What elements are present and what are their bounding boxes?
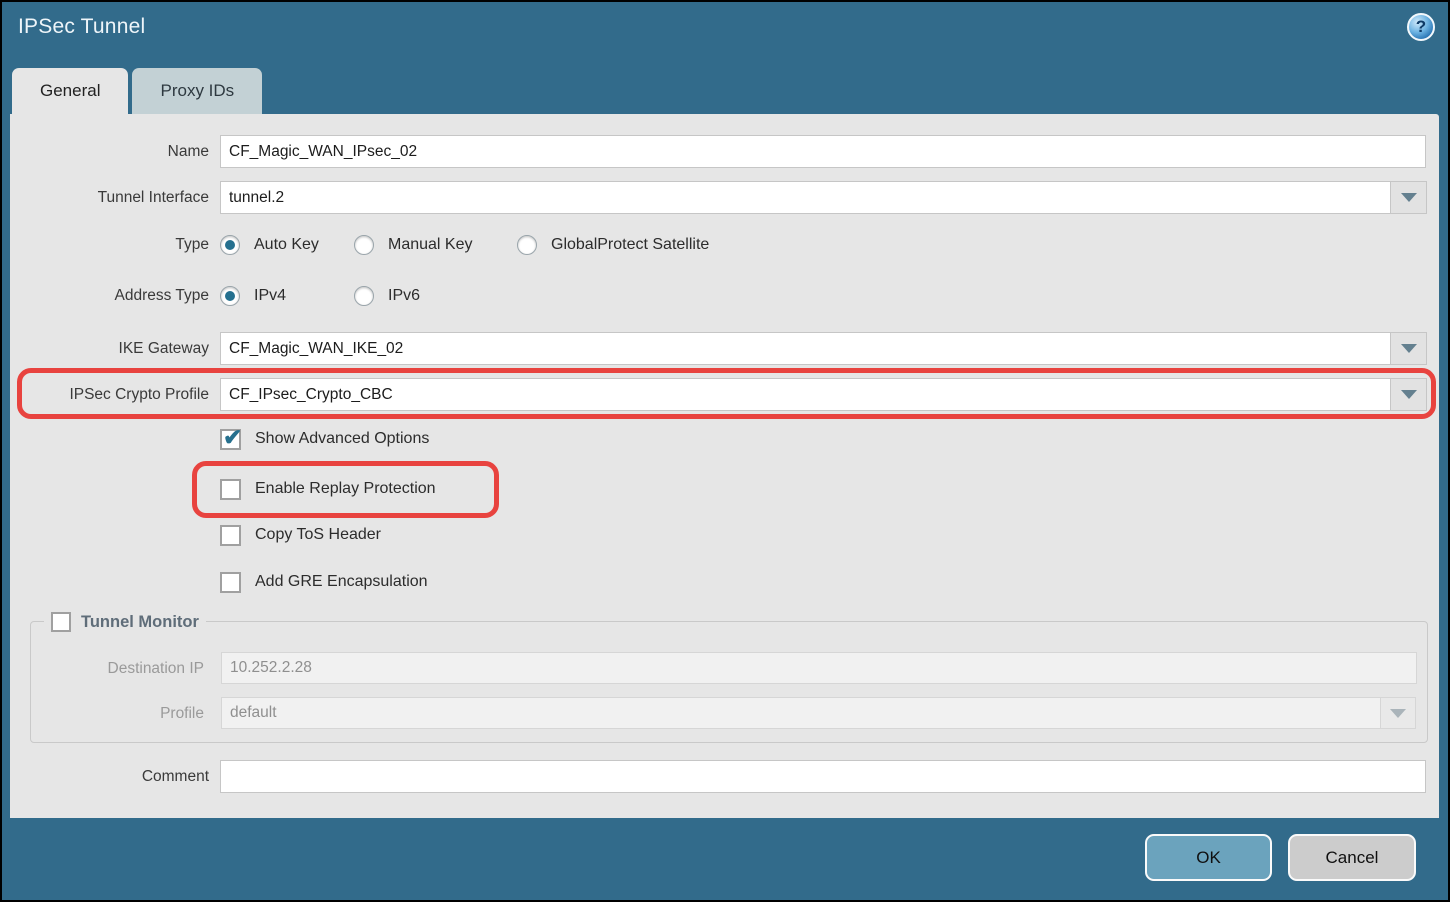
ipsec-tunnel-dialog: IPSec Tunnel ? General Proxy IDs Name Tu… bbox=[2, 2, 1448, 900]
radio-icon[interactable] bbox=[220, 235, 240, 255]
ipsec-crypto-profile-dropdown-button[interactable] bbox=[1391, 378, 1427, 411]
comment-input[interactable] bbox=[220, 760, 1426, 793]
checkbox-icon[interactable] bbox=[220, 572, 241, 593]
destination-ip-label: Destination IP bbox=[31, 652, 204, 685]
tunnel-monitor-label: Tunnel Monitor bbox=[81, 613, 199, 632]
cancel-button[interactable]: Cancel bbox=[1288, 834, 1416, 881]
ike-gateway-value[interactable]: CF_Magic_WAN_IKE_02 bbox=[220, 332, 1391, 365]
radio-label: IPv4 bbox=[254, 287, 286, 305]
ipsec-crypto-profile-label: IPSec Crypto Profile bbox=[10, 378, 209, 411]
radio-auto-key[interactable]: Auto Key bbox=[220, 234, 319, 256]
radio-label: Manual Key bbox=[388, 236, 473, 254]
ipsec-crypto-profile-dropdown[interactable]: CF_IPsec_Crypto_CBC bbox=[220, 378, 1427, 411]
tab-bar: General Proxy IDs bbox=[12, 68, 262, 114]
help-icon[interactable]: ? bbox=[1407, 13, 1435, 41]
destination-ip-input: 10.252.2.28 bbox=[221, 652, 1417, 684]
screen: IPSec Tunnel ? General Proxy IDs Name Tu… bbox=[0, 0, 1450, 902]
radio-icon[interactable] bbox=[354, 286, 374, 306]
tab-proxy-ids[interactable]: Proxy IDs bbox=[132, 68, 262, 114]
checkbox-icon[interactable] bbox=[51, 612, 71, 632]
ike-gateway-dropdown-button[interactable] bbox=[1391, 332, 1427, 365]
tunnel-interface-value[interactable]: tunnel.2 bbox=[220, 181, 1391, 214]
checkbox-label: Add GRE Encapsulation bbox=[255, 573, 428, 591]
checkbox-icon[interactable] bbox=[220, 429, 241, 450]
checkbox-copy-tos-header[interactable]: Copy ToS Header bbox=[220, 524, 381, 546]
tunnel-interface-dropdown-button[interactable] bbox=[1391, 181, 1427, 214]
profile-label: Profile bbox=[31, 697, 204, 730]
comment-label: Comment bbox=[10, 760, 209, 793]
chevron-down-icon bbox=[1401, 344, 1417, 353]
ipsec-crypto-profile-value[interactable]: CF_IPsec_Crypto_CBC bbox=[220, 378, 1391, 411]
profile-dropdown-button bbox=[1381, 697, 1416, 729]
checkbox-tunnel-monitor[interactable]: Tunnel Monitor bbox=[44, 610, 206, 634]
profile-dropdown: default bbox=[221, 697, 1416, 729]
tab-general[interactable]: General bbox=[12, 68, 128, 114]
chevron-down-icon bbox=[1401, 390, 1417, 399]
checkbox-enable-replay-protection[interactable]: Enable Replay Protection bbox=[220, 478, 436, 500]
checkbox-show-advanced-options[interactable]: Show Advanced Options bbox=[220, 428, 429, 450]
radio-label: GlobalProtect Satellite bbox=[551, 236, 709, 254]
radio-globalprotect-satellite[interactable]: GlobalProtect Satellite bbox=[517, 234, 709, 256]
radio-ipv4[interactable]: IPv4 bbox=[220, 285, 286, 307]
radio-icon[interactable] bbox=[517, 235, 537, 255]
address-type-label: Address Type bbox=[10, 279, 209, 312]
checkbox-add-gre-encapsulation[interactable]: Add GRE Encapsulation bbox=[220, 571, 428, 593]
radio-manual-key[interactable]: Manual Key bbox=[354, 234, 473, 256]
general-tab-panel: Name Tunnel Interface tunnel.2 Type Auto… bbox=[10, 114, 1439, 818]
radio-label: Auto Key bbox=[254, 236, 319, 254]
name-input[interactable] bbox=[220, 135, 1426, 168]
chevron-down-icon bbox=[1390, 709, 1406, 718]
checkbox-label: Copy ToS Header bbox=[255, 526, 381, 544]
ike-gateway-label: IKE Gateway bbox=[10, 332, 209, 365]
radio-icon[interactable] bbox=[354, 235, 374, 255]
name-label: Name bbox=[10, 135, 209, 168]
profile-value: default bbox=[221, 697, 1381, 729]
checkbox-icon[interactable] bbox=[220, 525, 241, 546]
radio-label: IPv6 bbox=[388, 287, 420, 305]
ike-gateway-dropdown[interactable]: CF_Magic_WAN_IKE_02 bbox=[220, 332, 1427, 365]
tunnel-interface-dropdown[interactable]: tunnel.2 bbox=[220, 181, 1427, 214]
type-label: Type bbox=[10, 228, 209, 261]
tunnel-monitor-group: Tunnel Monitor Destination IP 10.252.2.2… bbox=[30, 621, 1428, 743]
checkbox-label: Enable Replay Protection bbox=[255, 480, 436, 498]
radio-ipv6[interactable]: IPv6 bbox=[354, 285, 420, 307]
dialog-title: IPSec Tunnel bbox=[18, 15, 145, 39]
chevron-down-icon bbox=[1401, 193, 1417, 202]
tunnel-interface-label: Tunnel Interface bbox=[10, 181, 209, 214]
checkbox-icon[interactable] bbox=[220, 479, 241, 500]
checkbox-label: Show Advanced Options bbox=[255, 430, 429, 448]
ok-button[interactable]: OK bbox=[1145, 834, 1272, 881]
radio-icon[interactable] bbox=[220, 286, 240, 306]
